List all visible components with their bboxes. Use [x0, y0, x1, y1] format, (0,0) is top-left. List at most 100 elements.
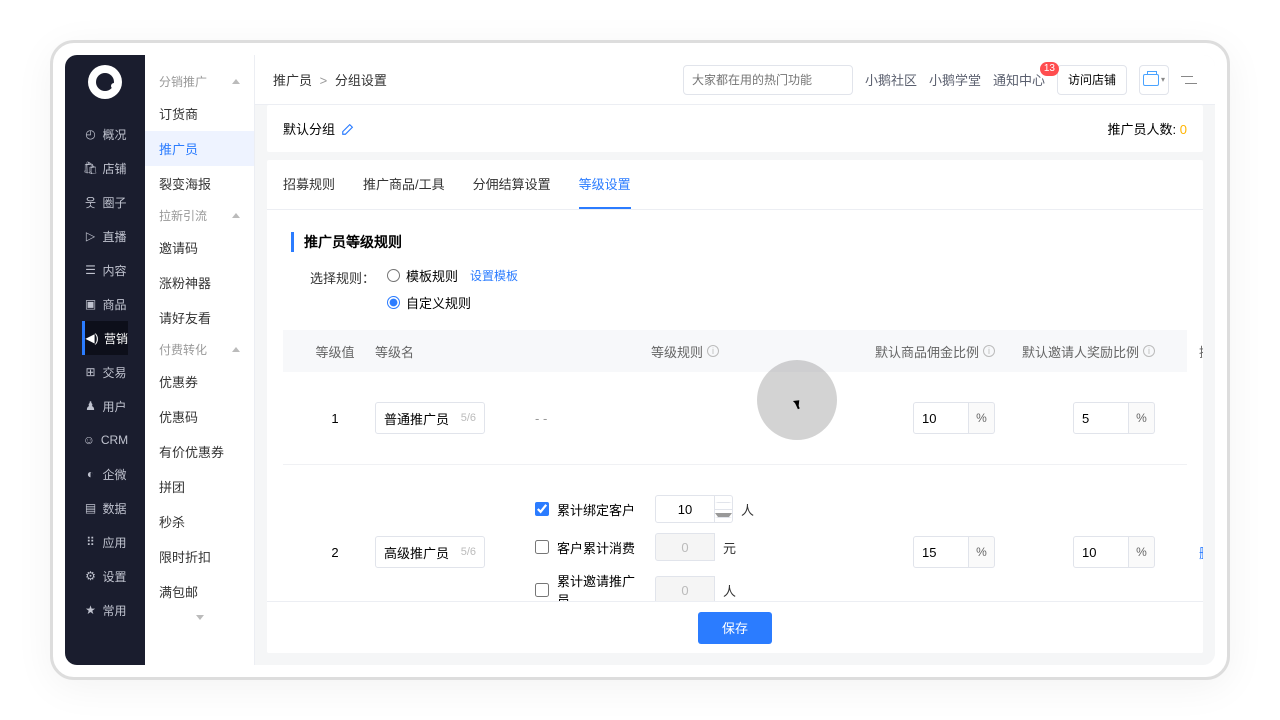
nav-交易[interactable]: ⊞交易	[82, 355, 128, 389]
rule-checkbox[interactable]	[535, 540, 549, 554]
info-icon[interactable]: i	[1143, 345, 1155, 357]
star-icon: ★	[83, 603, 97, 617]
radio-template[interactable]: 模板规则 设置模板	[387, 266, 518, 285]
nav-用户[interactable]: ♟用户	[82, 389, 128, 423]
rule-value-input[interactable]	[655, 495, 715, 523]
nav-企微[interactable]: ◐企微	[82, 457, 128, 491]
th-comm: 默认商品佣金比例i	[835, 342, 995, 361]
cell-level: 1	[295, 411, 375, 426]
nav-商品[interactable]: ▣商品	[82, 287, 128, 321]
level-table: 等级值 等级名 等级规则i 默认商品佣金比例i 默认邀请人奖励比例i 操作 1 …	[283, 330, 1187, 640]
logo[interactable]	[88, 65, 122, 99]
commission-input[interactable]	[913, 536, 969, 568]
people-icon: 웃	[83, 195, 97, 209]
sub-item-限时折扣[interactable]: 限时折扣	[145, 539, 254, 574]
commission-input[interactable]	[913, 402, 969, 434]
breadcrumb: 推广员 > 分组设置	[273, 70, 387, 89]
cell-op: 删除	[1155, 543, 1203, 562]
sub-item-有价优惠券[interactable]: 有价优惠券	[145, 434, 254, 469]
visit-shop-button[interactable]: 访问店铺	[1057, 65, 1127, 95]
cell-rules: - -	[535, 411, 835, 426]
rule-select-label: 选择规则：	[295, 266, 375, 287]
save-bar: 保存	[267, 601, 1203, 653]
video-icon: ▷	[83, 229, 97, 243]
tab-推广商品/工具[interactable]: 推广商品/工具	[363, 160, 445, 209]
apps-icon: ⠿	[83, 535, 97, 549]
search-input[interactable]	[692, 73, 847, 87]
table-row: 1 普通推广员5/6 - - % % - -	[283, 372, 1187, 465]
th-rule: 等级规则i	[535, 342, 835, 361]
swap-button[interactable]	[1181, 74, 1197, 86]
crm-icon: ☺	[82, 433, 96, 447]
save-button[interactable]: 保存	[698, 612, 772, 644]
search-box[interactable]	[683, 65, 853, 95]
tab-招募规则[interactable]: 招募规则	[283, 160, 335, 209]
info-icon[interactable]: i	[707, 345, 719, 357]
bag-icon: 🛍	[83, 161, 97, 175]
link-community[interactable]: 小鹅社区	[865, 70, 917, 89]
sub-group-分销推广[interactable]: 分销推广	[145, 67, 254, 96]
tabs: 招募规则推广商品/工具分佣结算设置等级设置	[267, 160, 1203, 210]
gear-icon: ⚙	[83, 569, 97, 583]
sub-item-拼团[interactable]: 拼团	[145, 469, 254, 504]
rule-checkbox[interactable]	[535, 502, 549, 516]
info-icon[interactable]: i	[983, 345, 995, 357]
rule-checkbox[interactable]	[535, 583, 549, 597]
nav-CRM[interactable]: ☺CRM	[82, 423, 128, 457]
box-icon: ▣	[83, 297, 97, 311]
sub-item-订货商[interactable]: 订货商	[145, 96, 254, 131]
level-name-input[interactable]: 高级推广员5/6	[375, 536, 485, 568]
spinner[interactable]	[715, 495, 733, 523]
nav-直播[interactable]: ▷直播	[82, 219, 128, 253]
sub-item-优惠码[interactable]: 优惠码	[145, 399, 254, 434]
radio-custom[interactable]: 自定义规则	[387, 293, 518, 312]
promoter-count: 推广员人数: 0	[1108, 119, 1187, 138]
nav-店铺[interactable]: 🛍店铺	[82, 151, 128, 185]
tab-等级设置[interactable]: 等级设置	[579, 160, 631, 209]
sub-item-涨粉神器[interactable]: 涨粉神器	[145, 265, 254, 300]
rule-line: 累计绑定客户 人	[535, 495, 835, 523]
tab-分佣结算设置[interactable]: 分佣结算设置	[473, 160, 551, 209]
invite-input[interactable]	[1073, 536, 1129, 568]
notify-badge: 13	[1040, 62, 1059, 76]
nav-圈子[interactable]: 웃圈子	[82, 185, 128, 219]
sub-item-秒杀[interactable]: 秒杀	[145, 504, 254, 539]
cart-icon: ⊞	[83, 365, 97, 379]
delete-link[interactable]: 删除	[1199, 546, 1203, 561]
chevron-up-icon	[232, 213, 240, 218]
template-settings-link[interactable]: 设置模板	[470, 267, 518, 284]
link-school[interactable]: 小鹅学堂	[929, 70, 981, 89]
nav-数据[interactable]: ▤数据	[82, 491, 128, 525]
cell-level: 2	[295, 545, 375, 560]
sub-item-裂变海报[interactable]: 裂变海报	[145, 166, 254, 201]
nav-内容[interactable]: ☰内容	[82, 253, 128, 287]
nav-设置[interactable]: ⚙设置	[82, 559, 128, 593]
main-nav: ◴概况🛍店铺웃圈子▷直播☰内容▣商品◀)营销⊞交易♟用户☺CRM◐企微▤数据⠿应…	[65, 55, 145, 665]
nav-应用[interactable]: ⠿应用	[82, 525, 128, 559]
swap-icon	[1181, 74, 1197, 86]
data-icon: ▤	[83, 501, 97, 515]
printer-icon	[1143, 74, 1159, 86]
sub-group-拉新引流[interactable]: 拉新引流	[145, 201, 254, 230]
rule-value-input	[655, 533, 715, 561]
invite-input[interactable]	[1073, 402, 1129, 434]
level-name-input[interactable]: 普通推广员5/6	[375, 402, 485, 434]
sub-item-推广员[interactable]: 推广员	[145, 131, 254, 166]
nav-营销[interactable]: ◀)营销	[82, 321, 128, 355]
chevron-up-icon	[232, 347, 240, 352]
th-level-name: 等级名	[375, 342, 535, 361]
sub-item-请好友看[interactable]: 请好友看	[145, 300, 254, 335]
th-level-val: 等级值	[295, 342, 375, 361]
sub-group-付费转化[interactable]: 付费转化	[145, 335, 254, 364]
print-button[interactable]: ▾	[1139, 65, 1169, 95]
nav-常用[interactable]: ★常用	[82, 593, 128, 627]
chevron-down-icon[interactable]	[196, 615, 204, 620]
sub-item-优惠券[interactable]: 优惠券	[145, 364, 254, 399]
nav-概况[interactable]: ◴概况	[82, 117, 128, 151]
chevron-up-icon	[232, 79, 240, 84]
link-notify[interactable]: 通知中心 13	[993, 70, 1045, 89]
sub-item-邀请码[interactable]: 邀请码	[145, 230, 254, 265]
sub-item-满包邮[interactable]: 满包邮	[145, 574, 254, 609]
edit-icon[interactable]	[341, 122, 355, 136]
section-title: 推广员等级规则	[291, 232, 1187, 252]
